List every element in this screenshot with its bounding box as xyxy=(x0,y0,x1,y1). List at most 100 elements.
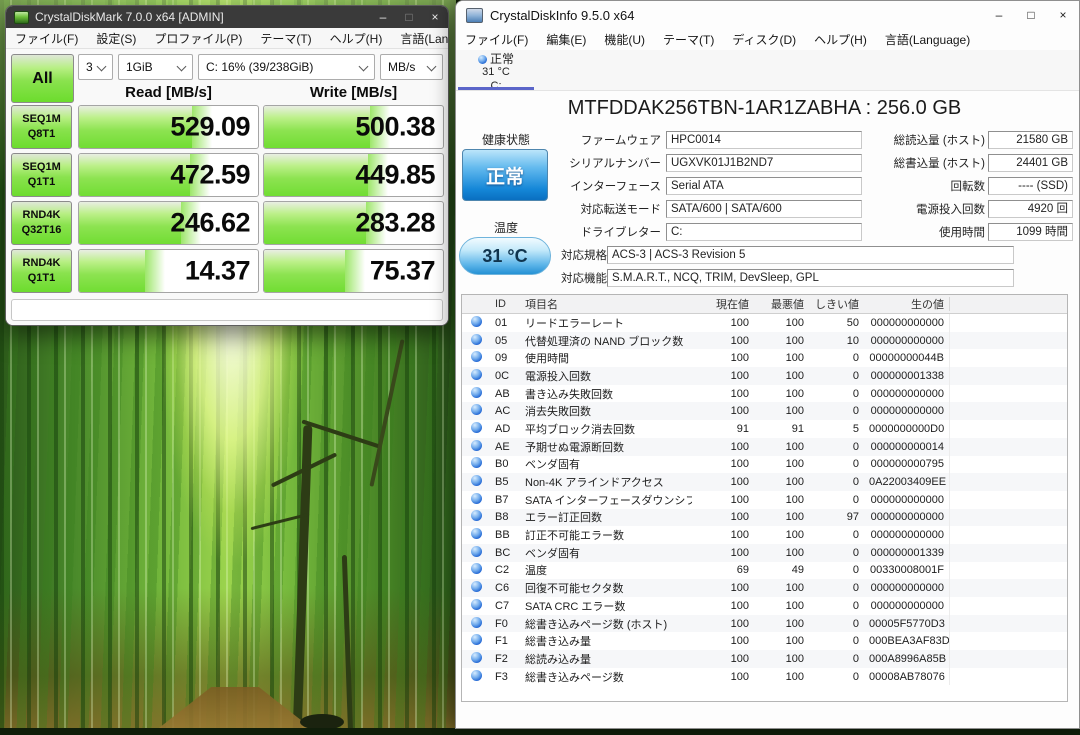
attribute-name: 電源投入回数 xyxy=(520,368,692,384)
attribute-health-dot-icon xyxy=(471,599,482,610)
cdi-menu-language[interactable]: 言語(Language) xyxy=(876,31,979,48)
selected-tab-underline xyxy=(458,87,534,90)
attribute-raw: 0000000000D0 xyxy=(864,423,949,435)
read-result-cell[interactable]: 246.62 xyxy=(78,201,259,245)
attribute-id: F1 xyxy=(490,635,520,647)
maximize-icon[interactable]: □ xyxy=(1015,1,1047,29)
test-type-button[interactable]: SEQ1M Q8T1 xyxy=(11,105,72,149)
write-result-cell[interactable]: 500.38 xyxy=(263,105,444,149)
attribute-raw: 00005F5770D3 xyxy=(864,618,949,630)
attribute-worst: 100 xyxy=(754,671,809,683)
write-result-cell[interactable]: 283.28 xyxy=(263,201,444,245)
cdm-menubar: ファイル(F) 設定(S) プロファイル(P) テーマ(T) ヘルプ(H) 言語… xyxy=(6,28,448,49)
health-status-button[interactable]: 正常 xyxy=(462,149,548,201)
cdm-menu-help[interactable]: ヘルプ(H) xyxy=(321,30,392,47)
minimize-icon[interactable]: – xyxy=(370,6,396,28)
queue-thread-label: Q32T16 xyxy=(22,223,62,238)
temperature-button[interactable]: 31 °C xyxy=(459,237,551,275)
run-all-button[interactable]: All xyxy=(11,54,74,103)
cdi-titlebar[interactable]: CrystalDiskInfo 9.5.0 x64 – □ × xyxy=(456,1,1079,29)
attribute-health-dot-icon xyxy=(471,546,482,557)
attribute-worst: 100 xyxy=(754,547,809,559)
attribute-name: 総書き込みページ数 (ホスト) xyxy=(520,616,692,632)
attribute-current: 100 xyxy=(692,600,754,612)
cdm-menu-language[interactable]: 言語(Language) xyxy=(391,30,449,47)
cdm-menu-settings[interactable]: 設定(S) xyxy=(87,30,145,47)
cdm-titlebar[interactable]: CrystalDiskMark 7.0.0 x64 [ADMIN] – □ × xyxy=(6,6,448,28)
smart-attribute-row: 01 リードエラーレート 100 100 50 000000000000 xyxy=(462,314,1067,332)
field-label: ファームウェア xyxy=(561,132,661,148)
attribute-raw: 000000000795 xyxy=(864,458,949,470)
cdm-menu-profile[interactable]: プロファイル(P) xyxy=(145,30,251,47)
target-drive-select[interactable]: C: 16% (39/238GiB) xyxy=(198,54,375,80)
attribute-id: AD xyxy=(490,423,520,435)
attribute-threshold: 0 xyxy=(809,547,864,559)
write-result-cell[interactable]: 449.85 xyxy=(263,153,444,197)
attribute-health-dot-icon xyxy=(471,652,482,663)
attribute-current: 100 xyxy=(692,511,754,523)
unit-select[interactable]: MB/s xyxy=(380,54,443,80)
minimize-icon[interactable]: – xyxy=(983,1,1015,29)
attribute-threshold: 0 xyxy=(809,494,864,506)
read-bar-fill xyxy=(79,202,181,244)
cdi-menu-help[interactable]: ヘルプ(H) xyxy=(805,31,876,48)
attribute-worst: 49 xyxy=(754,564,809,576)
attribute-name: Non-4K アラインドアクセス xyxy=(520,474,692,490)
diskinfo-app-icon xyxy=(466,8,483,23)
attribute-health-dot-icon xyxy=(471,316,482,327)
field-value: ---- (SSD) xyxy=(988,177,1073,195)
read-bar-fade xyxy=(145,250,165,292)
smart-attribute-row: AB 書き込み失敗回数 100 100 0 000000000000 xyxy=(462,385,1067,403)
test-type-button[interactable]: RND4K Q32T16 xyxy=(11,201,72,245)
attribute-current: 69 xyxy=(692,564,754,576)
cdi-menubar: ファイル(F) 編集(E) 機能(U) テーマ(T) ディスク(D) ヘルプ(H… xyxy=(456,29,1079,50)
close-icon[interactable]: × xyxy=(422,6,448,28)
attribute-name: 書き込み失敗回数 xyxy=(520,386,692,402)
read-result-cell[interactable]: 529.09 xyxy=(78,105,259,149)
read-column-header: Read [MB/s] xyxy=(78,84,259,101)
cdm-window-title: CrystalDiskMark 7.0.0 x64 [ADMIN] xyxy=(35,10,224,24)
cdi-menu-file[interactable]: ファイル(F) xyxy=(456,31,537,48)
attribute-health-dot-icon xyxy=(471,475,482,486)
cdm-body: All 3 1GiB C: 16% (39/238GiB) MB/s Read … xyxy=(6,49,448,325)
attribute-current: 100 xyxy=(692,671,754,683)
attribute-threshold: 10 xyxy=(809,335,864,347)
maximize-icon[interactable]: □ xyxy=(396,6,422,28)
test-count-select[interactable]: 3 xyxy=(78,54,113,80)
cdi-menu-disk[interactable]: ディスク(D) xyxy=(723,31,805,48)
attribute-worst: 100 xyxy=(754,317,809,329)
test-type-label: SEQ1M xyxy=(22,160,61,175)
cdi-menu-theme[interactable]: テーマ(T) xyxy=(654,31,723,48)
write-column-header: Write [MB/s] xyxy=(263,84,444,101)
attribute-worst: 100 xyxy=(754,653,809,665)
read-result-cell[interactable]: 14.37 xyxy=(78,249,259,293)
cdi-menu-function[interactable]: 機能(U) xyxy=(595,31,654,48)
write-result-cell[interactable]: 75.37 xyxy=(263,249,444,293)
smart-table-header: ID 項目名 現在値 最悪値 しきい値 生の値 xyxy=(462,295,1067,314)
attribute-health-dot-icon xyxy=(471,528,482,539)
field-value: HPC0014 xyxy=(666,131,862,149)
read-result-cell[interactable]: 472.59 xyxy=(78,153,259,197)
test-type-button[interactable]: SEQ1M Q1T1 xyxy=(11,153,72,197)
test-size-select[interactable]: 1GiB xyxy=(118,54,193,80)
disk-tab-c[interactable]: 正常 31 °C C: xyxy=(458,50,534,90)
disk-selector-strip: 正常 31 °C C: xyxy=(456,50,1079,91)
smart-attribute-row: 05 代替処理済の NAND ブロック数 100 100 10 00000000… xyxy=(462,332,1067,350)
close-icon[interactable]: × xyxy=(1047,1,1079,29)
attribute-id: 05 xyxy=(490,335,520,347)
attribute-current: 100 xyxy=(692,441,754,453)
attribute-raw: 000000000000 xyxy=(864,335,949,347)
cdm-menu-theme[interactable]: テーマ(T) xyxy=(251,30,320,47)
attribute-raw: 00000000044B xyxy=(864,352,949,364)
attribute-id: 0C xyxy=(490,370,520,382)
attribute-raw: 000000000000 xyxy=(864,600,949,612)
attribute-name: 訂正不可能エラー数 xyxy=(520,527,692,543)
test-type-label: RND4K xyxy=(23,256,61,271)
chevron-down-icon xyxy=(359,61,369,71)
smart-attribute-row: B5 Non-4K アラインドアクセス 100 100 0 0A22003409… xyxy=(462,473,1067,491)
cdi-menu-edit[interactable]: 編集(E) xyxy=(537,31,595,48)
attribute-worst: 100 xyxy=(754,405,809,417)
cdm-menu-file[interactable]: ファイル(F) xyxy=(6,30,87,47)
test-type-button[interactable]: RND4K Q1T1 xyxy=(11,249,72,293)
attribute-threshold: 0 xyxy=(809,405,864,417)
